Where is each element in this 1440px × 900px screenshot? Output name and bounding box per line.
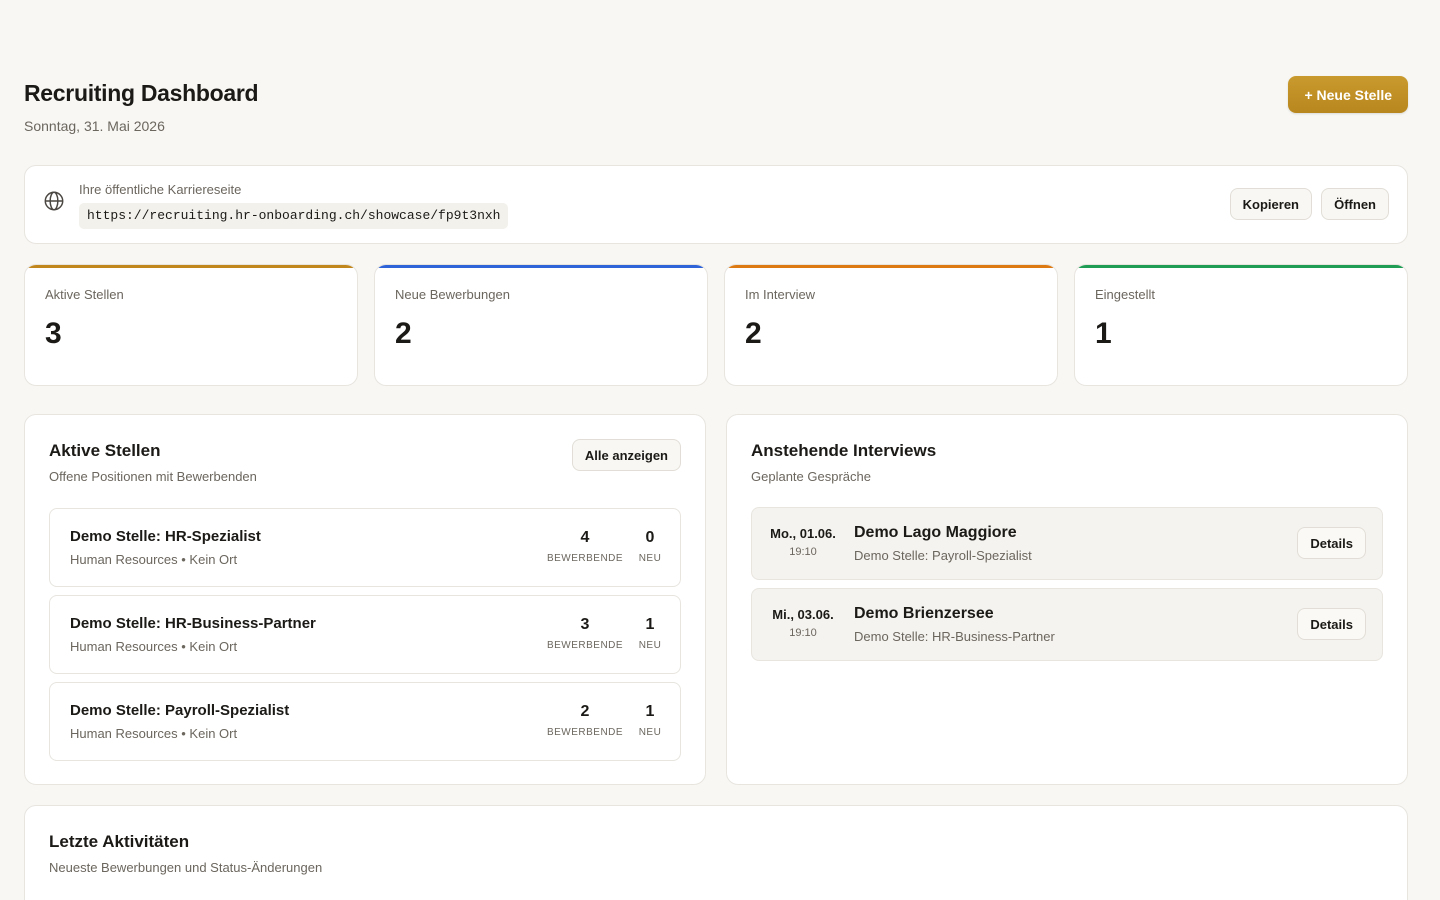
applicants-label: BEWERBENDE: [546, 727, 624, 738]
interview-job: Demo Stelle: HR-Business-Partner: [854, 629, 1055, 644]
interview-list-item: Mo., 01.06. 19:10 Demo Lago Maggiore Dem…: [751, 507, 1383, 580]
job-title: Demo Stelle: Payroll-Spezialist: [70, 702, 290, 719]
applicants-number: 2: [580, 703, 590, 720]
section-subtitle: Neueste Bewerbungen und Status-Änderunge…: [49, 860, 323, 875]
upcoming-interviews-card: Anstehende Interviews Geplante Gespräche…: [726, 414, 1408, 785]
stat-card-in-interview[interactable]: Im Interview 2: [724, 264, 1058, 386]
job-meta: Human Resources • Kein Ort: [70, 726, 238, 741]
job-applicants-count: 2 BEWERBENDE: [540, 703, 630, 738]
career-page-card: Ihre öffentliche Karriereseite https://r…: [24, 165, 1408, 244]
show-all-jobs-button[interactable]: Alle anzeigen: [571, 439, 681, 471]
interview-time: 19:10: [789, 546, 817, 558]
applicants-number: 4: [580, 529, 590, 546]
job-list-item[interactable]: Demo Stelle: HR-Business-Partner Human R…: [49, 595, 681, 674]
stat-label: Eingestellt: [1095, 287, 1155, 302]
applicants-label: BEWERBENDE: [546, 640, 624, 651]
stat-label: Aktive Stellen: [45, 287, 124, 302]
section-title: Letzte Aktivitäten: [49, 832, 190, 851]
job-title: Demo Stelle: HR-Spezialist: [70, 528, 261, 545]
page-date: Sonntag, 31. Mai 2026: [24, 118, 165, 134]
globe-icon: [44, 191, 64, 211]
interview-datetime: Mo., 01.06. 19:10: [764, 526, 842, 558]
new-job-button[interactable]: + Neue Stelle: [1288, 76, 1408, 113]
stat-label: Im Interview: [745, 287, 816, 302]
interview-job: Demo Stelle: Payroll-Spezialist: [854, 548, 1032, 563]
applicants-label: BEWERBENDE: [546, 553, 624, 564]
job-applicants-count: 4 BEWERBENDE: [540, 529, 630, 564]
interview-details-button[interactable]: Details: [1297, 527, 1366, 559]
job-applicants-count: 3 BEWERBENDE: [540, 616, 630, 651]
job-list-item[interactable]: Demo Stelle: Payroll-Spezialist Human Re…: [49, 682, 681, 761]
stat-label: Neue Bewerbungen: [395, 287, 510, 302]
copy-url-button[interactable]: Kopieren: [1229, 188, 1312, 220]
job-new-count: 1 NEU: [620, 703, 680, 738]
job-meta: Human Resources • Kein Ort: [70, 552, 238, 567]
interview-candidate: Demo Lago Maggiore: [854, 524, 1017, 541]
career-page-label: Ihre öffentliche Karriereseite: [79, 182, 242, 197]
interview-datetime: Mi., 03.06. 19:10: [764, 607, 842, 639]
interview-date: Mi., 03.06.: [772, 607, 834, 622]
new-label: NEU: [638, 727, 662, 738]
new-label: NEU: [638, 553, 662, 564]
active-jobs-card: Aktive Stellen Offene Positionen mit Bew…: [24, 414, 706, 785]
interview-date: Mo., 01.06.: [770, 526, 836, 541]
page-title: Recruiting Dashboard: [24, 80, 259, 106]
stat-accent-bar: [25, 265, 357, 268]
stat-card-new-applications[interactable]: Neue Bewerbungen 2: [374, 264, 708, 386]
stat-value: 3: [45, 317, 62, 350]
dashboard-page: Recruiting Dashboard Sonntag, 31. Mai 20…: [0, 0, 1440, 900]
stat-accent-bar: [1075, 265, 1407, 268]
interview-details-button[interactable]: Details: [1297, 608, 1366, 640]
stat-card-hired[interactable]: Eingestellt 1: [1074, 264, 1408, 386]
new-number: 0: [645, 529, 655, 546]
interview-time: 19:10: [789, 627, 817, 639]
stat-card-active-jobs[interactable]: Aktive Stellen 3: [24, 264, 358, 386]
page-header: Recruiting Dashboard Sonntag, 31. Mai 20…: [24, 76, 1408, 140]
job-meta: Human Resources • Kein Ort: [70, 639, 238, 654]
stat-value: 1: [1095, 317, 1112, 350]
new-number: 1: [645, 616, 655, 633]
interview-list-item: Mi., 03.06. 19:10 Demo Brienzersee Demo …: [751, 588, 1383, 661]
section-title: Aktive Stellen: [49, 441, 161, 460]
stat-value: 2: [745, 317, 762, 350]
open-url-button[interactable]: Öffnen: [1321, 188, 1389, 220]
recent-activity-card: Letzte Aktivitäten Neueste Bewerbungen u…: [24, 805, 1408, 900]
job-new-count: 1 NEU: [620, 616, 680, 651]
section-subtitle: Geplante Gespräche: [751, 469, 871, 484]
stat-value: 2: [395, 317, 412, 350]
new-label: NEU: [638, 640, 662, 651]
job-title: Demo Stelle: HR-Business-Partner: [70, 615, 316, 632]
section-title: Anstehende Interviews: [751, 441, 937, 460]
career-page-url[interactable]: https://recruiting.hr-onboarding.ch/show…: [79, 203, 509, 229]
job-new-count: 0 NEU: [620, 529, 680, 564]
applicants-number: 3: [580, 616, 590, 633]
new-number: 1: [645, 703, 655, 720]
stat-accent-bar: [725, 265, 1057, 268]
interview-candidate: Demo Brienzersee: [854, 605, 994, 622]
stat-accent-bar: [375, 265, 707, 268]
section-subtitle: Offene Positionen mit Bewerbenden: [49, 469, 257, 484]
job-list-item[interactable]: Demo Stelle: HR-Spezialist Human Resourc…: [49, 508, 681, 587]
